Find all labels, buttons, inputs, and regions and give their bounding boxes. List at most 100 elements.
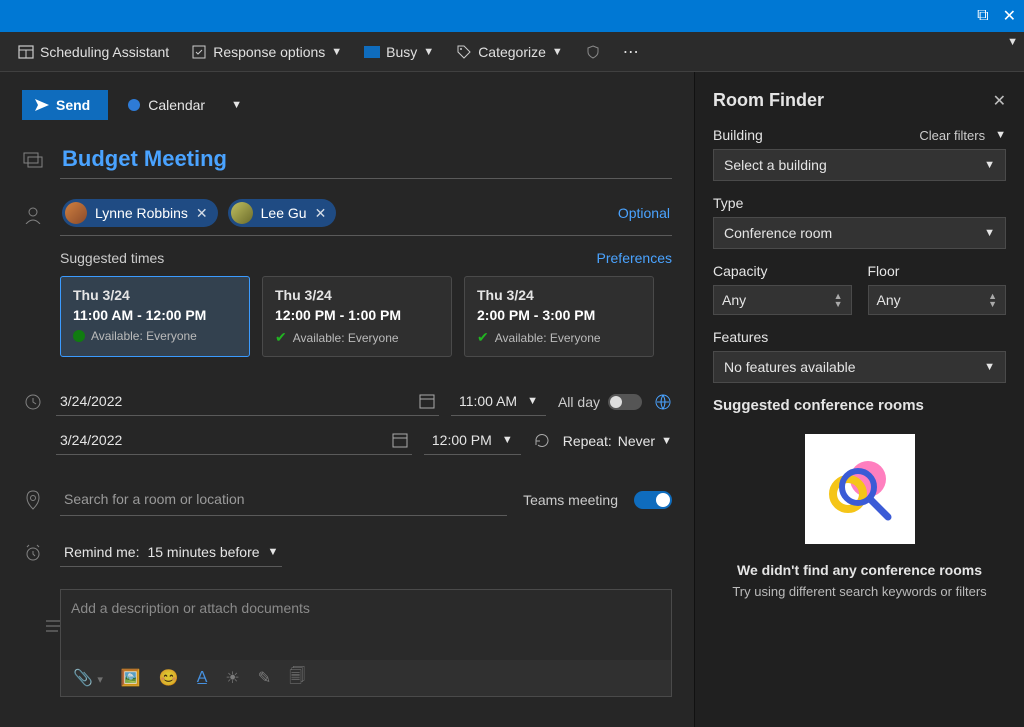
signature-icon[interactable]: ✎ (258, 668, 271, 688)
features-value: No features available (724, 359, 856, 375)
clear-filters-link[interactable]: Clear filters (919, 128, 985, 143)
attendee-chip[interactable]: Lee Gu ✕ (228, 199, 337, 227)
emoji-icon[interactable]: 😊 (159, 668, 179, 688)
card-day: Thu 3/24 (275, 287, 439, 303)
building-select[interactable]: Select a building ▼ (713, 149, 1006, 181)
building-value: Select a building (724, 157, 827, 173)
scheduling-assistant-button[interactable]: Scheduling Assistant (18, 44, 169, 60)
available-icon: ✔ (477, 329, 489, 346)
categorize-button[interactable]: Categorize ▼ (456, 44, 563, 60)
end-time-select[interactable]: 12:00 PM ▼ (424, 426, 521, 455)
end-date-input[interactable]: 3/24/2022 (56, 426, 412, 455)
chevron-down-icon[interactable]: ▼ (995, 129, 1006, 141)
card-day: Thu 3/24 (73, 287, 237, 303)
description-input[interactable]: Add a description or attach documents 📎 … (60, 589, 672, 697)
chevron-down-icon: ▼ (423, 46, 434, 58)
optional-attendees-link[interactable]: Optional (618, 205, 670, 221)
floor-label: Floor (868, 263, 1007, 279)
recurrence-icon[interactable] (533, 432, 551, 450)
features-select[interactable]: No features available ▼ (713, 351, 1006, 383)
repeat-select[interactable]: Repeat: Never ▼ (563, 433, 672, 449)
start-time-select[interactable]: 11:00 AM ▼ (451, 387, 546, 416)
event-title-input[interactable] (60, 142, 672, 179)
calendar-selector[interactable]: Calendar ▼ (128, 97, 242, 113)
font-color-icon[interactable]: A̲ (197, 669, 208, 687)
busy-icon (364, 46, 380, 58)
timezone-icon[interactable] (654, 393, 672, 411)
card-time: 2:00 PM - 3:00 PM (477, 307, 641, 323)
empty-state-title: We didn't find any conference rooms (713, 562, 1006, 578)
remove-attendee-icon[interactable]: ✕ (315, 205, 327, 222)
chevron-down-icon: ▼ (268, 546, 279, 558)
allday-label: All day (558, 394, 600, 410)
ribbon-expand-icon[interactable]: ▼ (1007, 36, 1018, 48)
suggested-time-card[interactable]: Thu 3/24 11:00 AM - 12:00 PM Available: … (60, 276, 250, 357)
card-availability: Available: Everyone (495, 331, 601, 345)
suggested-time-card[interactable]: Thu 3/24 12:00 PM - 1:00 PM ✔Available: … (262, 276, 452, 357)
calendar-icon[interactable] (419, 393, 435, 409)
more-button[interactable]: ⋯ (623, 42, 641, 62)
person-icon (24, 206, 42, 224)
repeat-label: Repeat: (563, 433, 612, 449)
description-placeholder: Add a description or attach documents (71, 600, 310, 616)
start-time-value: 11:00 AM (459, 393, 517, 409)
private-button[interactable] (585, 44, 601, 60)
titlebar: ⧉ ✕ (0, 0, 1024, 32)
attendee-name: Lynne Robbins (95, 205, 188, 221)
popout-icon[interactable]: ⧉ (977, 7, 988, 25)
brightness-icon[interactable]: ☀ (225, 668, 239, 688)
capacity-stepper[interactable]: Any ▲▼ (713, 285, 852, 315)
chat-icon (23, 152, 43, 170)
type-select[interactable]: Conference room ▼ (713, 217, 1006, 249)
template-icon[interactable]: 🗐 (289, 665, 305, 692)
card-availability: Available: Everyone (293, 331, 399, 345)
response-options-button[interactable]: Response options ▼ (191, 44, 342, 60)
card-time: 11:00 AM - 12:00 PM (73, 307, 237, 323)
send-button[interactable]: Send (22, 90, 108, 120)
show-as-button[interactable]: Busy ▼ (364, 44, 434, 60)
attendee-chip[interactable]: Lynne Robbins ✕ (62, 199, 218, 227)
type-value: Conference room (724, 225, 832, 241)
preferences-link[interactable]: Preferences (597, 250, 672, 266)
compose-pane: Send Calendar ▼ Lynne Robbins ✕ (0, 72, 694, 727)
close-icon[interactable]: ✕ (1003, 6, 1016, 26)
floor-stepper[interactable]: Any ▲▼ (868, 285, 1007, 315)
close-pane-icon[interactable]: ✕ (993, 91, 1006, 111)
remove-attendee-icon[interactable]: ✕ (196, 205, 208, 222)
available-icon (73, 330, 85, 342)
teams-meeting-toggle[interactable] (634, 491, 672, 509)
chevron-down-icon: ▼ (552, 46, 563, 58)
suggested-time-card[interactable]: Thu 3/24 2:00 PM - 3:00 PM ✔ Available: E… (464, 276, 654, 357)
card-day: Thu 3/24 (477, 287, 641, 303)
response-options-label: Response options (213, 44, 325, 60)
checklist-icon (191, 44, 207, 60)
start-date-input[interactable]: 3/24/2022 (56, 387, 439, 416)
suggested-times-header: Suggested times (60, 250, 164, 266)
teams-meeting-label: Teams meeting (523, 492, 618, 508)
clock-icon (24, 393, 42, 411)
calendar-grid-icon (18, 44, 34, 60)
attendees-field[interactable]: Lynne Robbins ✕ Lee Gu ✕ Optional (60, 193, 672, 236)
room-finder-title: Room Finder (713, 90, 824, 111)
categorize-label: Categorize (478, 44, 546, 60)
location-input[interactable]: Search for a room or location (60, 483, 507, 516)
send-icon (34, 98, 50, 112)
allday-toggle[interactable] (608, 394, 642, 410)
calendar-icon[interactable] (392, 432, 408, 448)
features-label: Features (713, 329, 1006, 345)
capacity-value: Any (722, 292, 746, 308)
ribbon: Scheduling Assistant Response options ▼ … (0, 32, 1024, 72)
format-toolbar: 📎 ▾ 🖼️ 😊 A̲ ☀ ✎ 🗐 (61, 660, 671, 696)
chevron-down-icon: ▼ (527, 395, 538, 407)
chevron-down-icon: ▼ (661, 435, 672, 447)
chevron-down-icon: ▼ (984, 227, 995, 239)
end-time-value: 12:00 PM (432, 432, 492, 448)
reminder-select[interactable]: Remind me: 15 minutes before ▼ (60, 538, 282, 567)
picture-icon[interactable]: 🖼️ (121, 668, 141, 688)
shield-icon (585, 44, 601, 60)
empty-state-icon (805, 434, 915, 544)
reminder-value: 15 minutes before (147, 544, 259, 560)
attach-icon[interactable]: 📎 ▾ (73, 668, 103, 688)
empty-state-subtitle: Try using different search keywords or f… (713, 584, 1006, 599)
building-label: Building (713, 127, 763, 143)
